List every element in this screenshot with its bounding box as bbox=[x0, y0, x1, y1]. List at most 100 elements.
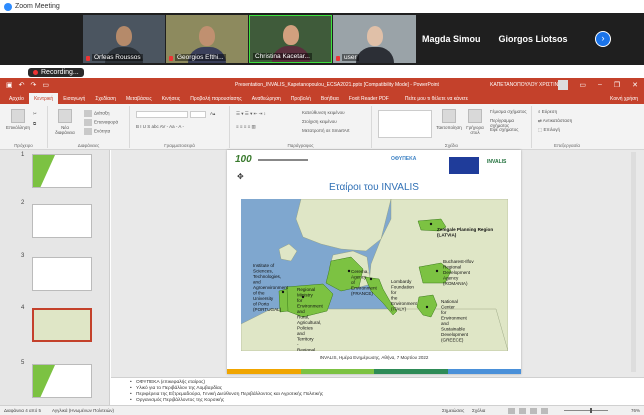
document-title: Presentation_INVALIS_Kapetanopoulou_ECSA… bbox=[235, 82, 439, 88]
participant-name: user bbox=[342, 54, 359, 61]
save-icon[interactable]: ▣ bbox=[6, 81, 13, 89]
zoom-logo-icon bbox=[4, 2, 12, 11]
align-text-button[interactable]: Στοίχιση κειμένου bbox=[302, 119, 337, 124]
quick-styles-icon bbox=[468, 109, 482, 123]
participant-tile[interactable]: Georgios Efthi... bbox=[166, 15, 248, 63]
arrange-icon bbox=[442, 109, 456, 123]
slide-thumbnail[interactable] bbox=[32, 204, 92, 238]
layout-button[interactable]: Διάταξη bbox=[84, 110, 109, 117]
tab-animations[interactable]: Κινήσεις bbox=[157, 93, 186, 104]
next-page-button[interactable]: › bbox=[595, 31, 611, 47]
bullets-icon[interactable]: ☰ ▾ ☰ ▾ ⇤ ⇥ ↕ bbox=[236, 111, 266, 117]
font-group: A▴ B I U S abc AV - Aa - A - Γραμματοσει… bbox=[130, 106, 230, 148]
group-label: Παράγραφος bbox=[287, 143, 314, 148]
tab-help[interactable]: Βοήθεια bbox=[316, 93, 344, 104]
participant-name-tile[interactable]: Giorgos Liotsos bbox=[499, 34, 568, 44]
tell-me-search[interactable]: Πείτε μου τι θέλετε να κάνετε bbox=[400, 93, 473, 104]
participant-tile[interactable]: user bbox=[333, 15, 416, 63]
share-button[interactable]: Κοινή χρήση bbox=[610, 96, 638, 102]
tab-review[interactable]: Αναθεώρηση bbox=[247, 93, 286, 104]
zoom-level[interactable]: 76% bbox=[631, 408, 640, 413]
slide-thumbnail-pane: 1 2 3 4 5 bbox=[0, 150, 110, 405]
font-format-row[interactable]: B I U S abc AV - Aa - A - bbox=[136, 124, 184, 129]
eu-flag-icon bbox=[449, 157, 479, 174]
notes-pane[interactable]: ΟΦΥΠΕΚΑ (επικεφαλής εταίρος) Υλικό για τ… bbox=[111, 377, 644, 405]
slide-footer-caption: INVALIS, Ημέρα Ενημέρωσης, Αθήνα, 7 Μαρτ… bbox=[319, 355, 429, 360]
notes-button[interactable]: Σημειώσεις bbox=[442, 408, 464, 413]
select-button[interactable]: ⬚ Επιλογή bbox=[538, 127, 560, 133]
find-button[interactable]: ⌕ Εύρεση bbox=[538, 109, 557, 114]
thumbnail-number: 2 bbox=[21, 200, 25, 206]
recording-indicator[interactable]: Recording... bbox=[28, 68, 84, 77]
paste-button[interactable]: Επικόλληση bbox=[6, 109, 30, 130]
note-line: ΟΦΥΠΕΚΑ (επικεφαλής εταίρος) bbox=[130, 380, 205, 385]
tab-view[interactable]: Προβολή bbox=[286, 93, 316, 104]
tab-insert[interactable]: Εισαγωγή bbox=[58, 93, 90, 104]
redo-icon[interactable]: ↷ bbox=[31, 81, 37, 89]
convert-smartart-button[interactable]: Μετατροπή σε SmartArt bbox=[302, 128, 350, 133]
start-slideshow-icon[interactable]: ▭ bbox=[42, 81, 49, 89]
participant-tile-active[interactable]: Christina Kacetar... bbox=[249, 15, 332, 63]
close-icon[interactable]: ✕ bbox=[632, 81, 638, 89]
font-name-select[interactable] bbox=[136, 111, 188, 118]
current-slide[interactable]: 100 ΟΦΥΠΕΚΑ INVALIS ✥ Εταίροι του INVALI… bbox=[227, 150, 521, 374]
slideshow-icon[interactable] bbox=[541, 408, 548, 414]
note-line: Οργανισμός Περιβάλλοντος της Κορσικής bbox=[130, 398, 224, 403]
marker-latvia bbox=[429, 222, 433, 226]
tab-design[interactable]: Σχεδίαση bbox=[90, 93, 121, 104]
tab-file[interactable]: Αρχείο bbox=[4, 93, 29, 104]
reading-view-icon[interactable] bbox=[530, 408, 537, 414]
participant-name-tile[interactable]: Magda Simou bbox=[422, 34, 481, 44]
text-direction-button[interactable]: Κατεύθυνση κειμένου bbox=[302, 110, 345, 115]
cut-icon[interactable]: ✂ bbox=[33, 111, 37, 117]
slide-title[interactable]: Εταίροι του INVALIS bbox=[227, 182, 521, 193]
editing-group: ⌕ Εύρεση ⇄ Αντικατάσταση ⬚ Επιλογή Επεξε… bbox=[532, 106, 602, 148]
group-label: Πρόχειρο bbox=[14, 143, 33, 148]
slide-thumbnail[interactable] bbox=[32, 364, 92, 398]
ofypeka-logo: ΟΦΥΠΕΚΑ bbox=[391, 156, 417, 162]
tab-home[interactable]: Κεντρική bbox=[28, 93, 59, 104]
minimize-icon[interactable]: – bbox=[598, 81, 602, 89]
ribbon-display-icon[interactable]: ▭ bbox=[579, 81, 586, 89]
tab-slideshow[interactable]: Προβολή παρουσίασης bbox=[185, 93, 246, 104]
note-line: Υλικό για το Περιβάλλον της Λομβαρδίας bbox=[130, 386, 222, 391]
slide-sorter-icon[interactable] bbox=[519, 408, 526, 414]
grow-font-icon[interactable]: A▴ bbox=[210, 111, 215, 117]
shape-fill-button[interactable]: Γέμισμα σχήματος bbox=[490, 109, 527, 114]
vertical-scrollbar[interactable] bbox=[631, 152, 636, 372]
replace-button[interactable]: ⇄ Αντικατάσταση bbox=[538, 118, 572, 124]
zoom-slider[interactable] bbox=[564, 408, 608, 413]
restore-icon[interactable]: ❐ bbox=[614, 81, 620, 89]
tab-transitions[interactable]: Μεταβάσεις bbox=[121, 93, 157, 104]
tab-foxit[interactable]: Foxit Reader PDF bbox=[344, 93, 394, 104]
slide-thumbnail-selected[interactable] bbox=[32, 308, 92, 342]
normal-view-icon[interactable] bbox=[508, 408, 515, 414]
slide-editing-area: 100 ΟΦΥΠΕΚΑ INVALIS ✥ Εταίροι του INVALI… bbox=[111, 150, 644, 377]
slide-thumbnail[interactable] bbox=[32, 154, 92, 188]
slide-thumbnail[interactable] bbox=[32, 257, 92, 291]
paste-icon bbox=[11, 109, 25, 123]
window-title: Zoom Meeting bbox=[15, 3, 60, 10]
font-size-select[interactable] bbox=[190, 111, 206, 118]
thumbnail-number: 3 bbox=[21, 253, 25, 259]
shapes-gallery[interactable] bbox=[378, 110, 432, 138]
reset-button[interactable]: Επαναφορά bbox=[84, 119, 118, 126]
avatar[interactable] bbox=[558, 80, 568, 90]
user-name[interactable]: ΚΑΠΕΤΑΝΟΠΟΥΛΟΥ ΧΡΙΣΤΙΝΑ bbox=[490, 82, 562, 88]
paragraph-group: ☰ ▾ ☰ ▾ ⇤ ⇥ ↕ ≡ ≡ ≡ ≡ ▥ Κατεύθυνση κειμέ… bbox=[230, 106, 372, 148]
comments-button[interactable]: Σχόλια bbox=[472, 408, 485, 413]
mic-muted-icon bbox=[169, 56, 173, 61]
copy-icon[interactable]: ⧉ bbox=[33, 121, 36, 126]
group-label: Σχέδιο bbox=[444, 143, 459, 148]
arrange-button[interactable]: Τακτοποίηση bbox=[436, 109, 462, 130]
participant-tile[interactable]: Orfeas Roussos bbox=[83, 15, 165, 63]
undo-icon[interactable]: ↶ bbox=[19, 81, 25, 89]
shape-effects-button[interactable]: Εφέ σχήματος bbox=[490, 127, 518, 132]
align-icons[interactable]: ≡ ≡ ≡ ≡ ▥ bbox=[236, 124, 256, 130]
new-slide-button[interactable]: Νέα διαφάνεια bbox=[52, 109, 78, 135]
quick-styles-button[interactable]: Γρήγορα στυλ bbox=[464, 109, 486, 135]
language-indicator[interactable]: Αγγλικά (Ηνωμένων Πολιτειών) bbox=[52, 408, 114, 413]
section-button[interactable]: Ενότητα bbox=[84, 128, 110, 135]
recording-dot-icon bbox=[33, 70, 38, 75]
invalis-logo: INVALIS bbox=[487, 159, 507, 165]
